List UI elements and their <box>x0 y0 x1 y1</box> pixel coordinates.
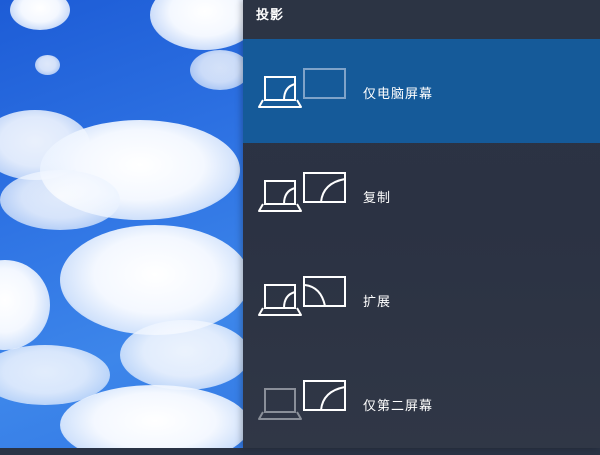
extend-icon <box>258 276 346 316</box>
cloud <box>60 225 250 335</box>
option-label: 扩展 <box>363 295 392 310</box>
option-extend[interactable]: 扩展 <box>243 247 600 351</box>
panel-title: 投影 <box>256 8 285 23</box>
cloud <box>35 55 60 75</box>
option-label: 仅第二屏幕 <box>363 399 434 414</box>
option-label: 复制 <box>363 191 392 206</box>
duplicate-icon <box>258 172 346 212</box>
project-flyout-panel: 投影 仅电脑屏幕 复制 扩展 仅第二屏幕 <box>243 0 600 448</box>
cloud <box>10 0 70 30</box>
option-second-screen-only[interactable]: 仅第二屏幕 <box>243 351 600 455</box>
option-duplicate[interactable]: 复制 <box>243 143 600 247</box>
pc-screen-only-icon <box>258 68 346 108</box>
cloud <box>0 170 120 230</box>
cloud <box>0 260 50 350</box>
cloud <box>190 50 250 90</box>
option-pc-screen-only[interactable]: 仅电脑屏幕 <box>243 39 600 143</box>
second-screen-only-icon <box>258 380 346 420</box>
option-label: 仅电脑屏幕 <box>363 87 434 102</box>
cloud <box>120 320 250 390</box>
